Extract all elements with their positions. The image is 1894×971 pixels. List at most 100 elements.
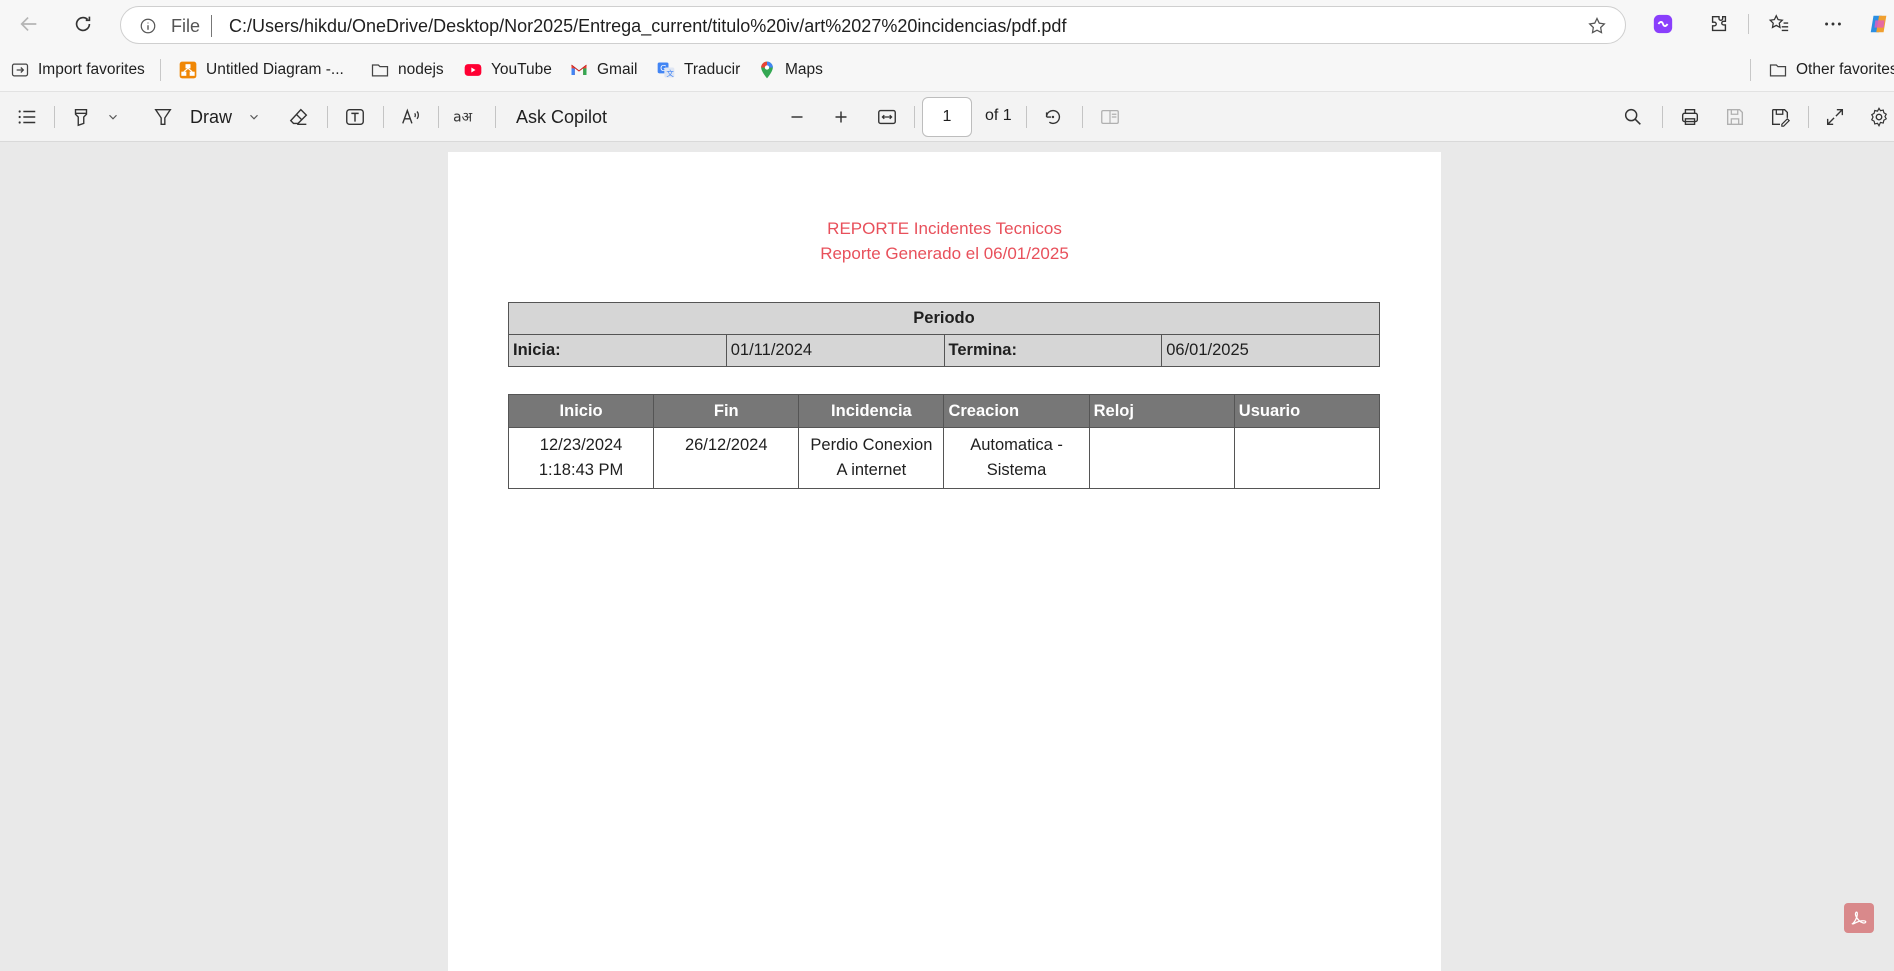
settings-button[interactable] — [1866, 104, 1892, 130]
favorite-nodejs[interactable]: nodejs — [370, 59, 444, 81]
cell-creacion-line2: Sistema — [986, 461, 1047, 479]
toolbar-divider — [438, 106, 439, 128]
favorite-gmail[interactable]: Gmail — [569, 59, 637, 81]
extensions-button[interactable] — [1706, 11, 1732, 37]
gear-icon — [1870, 107, 1888, 127]
ellipsis-icon — [1825, 22, 1841, 26]
svg-text:aअ: aअ — [453, 110, 472, 126]
arrow-left-icon — [20, 16, 37, 32]
address-bar[interactable]: File C:/Users/hikdu/OneDrive/Desktop/Nor… — [120, 6, 1626, 44]
cell-fin: 26/12/2024 — [653, 427, 800, 489]
favorite-other-favorites[interactable]: Other favorites — [1768, 59, 1894, 81]
puzzle-icon — [1711, 15, 1727, 32]
save-button[interactable] — [1722, 104, 1748, 130]
column-header-incidencia: Incidencia — [798, 394, 945, 428]
period-values-row: Inicia: 01/11/2024 Termina: 06/01/2025 — [508, 334, 1380, 367]
url-text[interactable]: C:/Users/hikdu/OneDrive/Desktop/Nor2025/… — [229, 16, 1066, 37]
toolbar-divider — [1808, 106, 1809, 128]
favorites-list-icon — [1768, 14, 1789, 32]
report-subtitle: Reporte Generado el 06/01/2025 — [820, 244, 1069, 263]
translate-button[interactable]: aअ — [452, 104, 480, 130]
favorite-youtube[interactable]: YouTube — [463, 59, 552, 81]
print-button[interactable] — [1677, 104, 1703, 130]
favorites-bar: Import favorites Untitled Diagram -... n… — [0, 48, 1894, 92]
save-as-button[interactable] — [1767, 104, 1793, 130]
ask-copilot-button[interactable]: Ask Copilot — [516, 104, 607, 130]
draw-button[interactable] — [150, 104, 176, 130]
favorite-traducir[interactable]: G文 Traducir — [656, 59, 740, 81]
chevron-down-icon — [109, 114, 117, 120]
page-count: of 1 — [985, 107, 1012, 124]
find-button[interactable] — [1620, 104, 1646, 130]
acrobat-button[interactable] — [1844, 903, 1874, 933]
pdf-toolbar: Draw aअ Ask Copilot 1 of 1 — [0, 92, 1894, 142]
info-icon[interactable] — [139, 17, 157, 35]
favorites-button[interactable] — [1766, 11, 1792, 37]
folder-icon — [370, 60, 390, 80]
copilot-extension-button[interactable] — [1650, 11, 1676, 37]
maps-icon — [757, 60, 777, 80]
favorite-maps[interactable]: Maps — [757, 59, 823, 81]
period-heading: Periodo — [508, 302, 1380, 335]
period-end-label: Termina: — [943, 334, 1163, 367]
list-icon — [18, 110, 36, 124]
fit-to-width-button[interactable] — [874, 104, 900, 130]
favorite-label: Other favorites — [1796, 61, 1894, 78]
highlight-button[interactable] — [68, 104, 94, 130]
add-text-button[interactable] — [342, 104, 368, 130]
pen-icon — [154, 108, 172, 126]
cell-reloj — [1088, 427, 1235, 489]
draw-options-dropdown[interactable] — [245, 104, 263, 130]
cell-creacion: Automatica - Sistema — [943, 427, 1090, 489]
translate-icon: G文 — [656, 60, 676, 80]
toolbar-divider — [1026, 106, 1027, 128]
drawio-icon — [178, 60, 198, 80]
rotate-button[interactable] — [1040, 104, 1066, 130]
page-number-input[interactable]: 1 — [922, 97, 972, 137]
zoom-out-button[interactable] — [784, 104, 810, 130]
favorite-label: nodejs — [398, 61, 444, 78]
cell-creacion-line1: Automatica - — [970, 436, 1063, 454]
gmail-icon — [569, 60, 589, 80]
chevron-down-icon — [250, 114, 258, 120]
report-title: REPORTE Incidentes Tecnicos — [827, 219, 1062, 238]
acrobat-icon — [1851, 911, 1867, 925]
more-options-button[interactable] — [1820, 11, 1846, 37]
text-box-icon — [346, 108, 364, 126]
favorite-label: Import favorites — [38, 61, 145, 78]
url-scheme: File — [171, 16, 201, 36]
read-aloud-icon — [402, 108, 419, 124]
fit-width-icon — [878, 109, 896, 125]
favorite-untitled-diagram[interactable]: Untitled Diagram -... — [178, 59, 344, 81]
erase-button[interactable] — [286, 104, 312, 130]
highlight-options-dropdown[interactable] — [104, 104, 122, 130]
cell-incidencia-line1: Perdio Conexion — [810, 436, 933, 454]
favorite-label: Gmail — [597, 61, 638, 78]
zoom-in-button[interactable] — [828, 104, 854, 130]
cell-incidencia: Perdio Conexion A internet — [798, 427, 945, 489]
refresh-button[interactable] — [66, 8, 100, 40]
toolbar-divider — [1748, 14, 1749, 34]
toolbar-divider — [495, 106, 496, 128]
draw-label[interactable]: Draw — [190, 104, 232, 130]
period-header-row: Periodo — [508, 302, 1380, 335]
toolbar-divider — [914, 106, 915, 128]
contents-button[interactable] — [14, 104, 40, 130]
page-view-button[interactable] — [1097, 104, 1123, 130]
read-aloud-button[interactable] — [398, 104, 424, 130]
cell-inicio-date: 12/23/2024 — [539, 436, 623, 454]
folder-icon — [1768, 60, 1788, 80]
save-icon — [1726, 108, 1744, 126]
favorite-import[interactable]: Import favorites — [10, 59, 145, 81]
back-button[interactable] — [12, 8, 46, 40]
favorite-label: YouTube — [491, 61, 552, 78]
url-divider — [211, 15, 212, 37]
star-icon[interactable] — [1587, 16, 1607, 36]
fullscreen-button[interactable] — [1822, 104, 1848, 130]
copilot-button[interactable] — [1868, 11, 1894, 37]
rotate-icon — [1045, 109, 1061, 125]
column-header-creacion: Creacion — [943, 394, 1090, 428]
printer-icon — [1681, 108, 1699, 126]
favorites-divider — [1750, 59, 1751, 81]
incidents-header-row: Inicio Fin Incidencia Creacion Reloj Usu… — [507, 394, 1381, 428]
